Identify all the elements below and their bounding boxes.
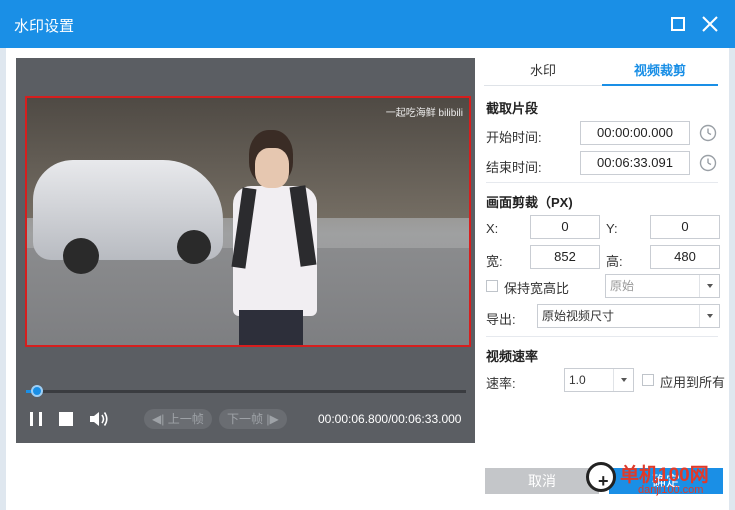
settings-panel: 水印 视频裁剪 截取片段 开始时间: 00:00:00.000 结束时间: 00… bbox=[484, 48, 726, 510]
export-select-value: 原始视频尺寸 bbox=[542, 309, 615, 323]
width-input[interactable]: 852 bbox=[530, 245, 600, 269]
rate-select-value: 1.0 bbox=[569, 373, 586, 387]
stop-icon bbox=[59, 412, 73, 426]
clip-section-title: 截取片段 bbox=[486, 101, 539, 116]
tab-video-crop[interactable]: 视频裁剪 bbox=[602, 60, 718, 86]
speed-section-title: 视频速率 bbox=[486, 349, 539, 364]
chevron-down-icon bbox=[613, 369, 633, 391]
crop-region[interactable]: 一起吃海鲜 bilibili bbox=[25, 96, 471, 347]
crop-section-title: 画面剪裁（PX) bbox=[486, 195, 573, 210]
video-watermark: 一起吃海鲜 bilibili bbox=[385, 108, 463, 119]
clock-icon[interactable] bbox=[699, 154, 717, 172]
next-frame-icon: |▶ bbox=[266, 412, 279, 426]
start-time-input[interactable]: 00:00:00.000 bbox=[580, 121, 690, 145]
progress-bar[interactable] bbox=[26, 390, 466, 393]
x-label: X: bbox=[486, 221, 499, 236]
apply-all-checkbox[interactable] bbox=[642, 374, 654, 386]
next-frame-button[interactable]: 下一帧 |▶ bbox=[219, 409, 287, 429]
volume-icon bbox=[90, 412, 108, 426]
pause-button[interactable] bbox=[27, 409, 45, 429]
apply-all-label: 应用到所有 bbox=[660, 375, 726, 390]
stop-button[interactable] bbox=[59, 409, 73, 429]
clock-icon[interactable] bbox=[699, 124, 717, 142]
height-label: 高: bbox=[606, 254, 623, 269]
maximize-button[interactable] bbox=[666, 12, 690, 36]
cancel-button[interactable]: 取消 bbox=[485, 468, 599, 494]
volume-button[interactable] bbox=[88, 409, 110, 429]
close-button[interactable] bbox=[698, 12, 722, 36]
prev-frame-label: 上一帧 bbox=[167, 412, 204, 426]
background-app-edge-right bbox=[729, 0, 735, 510]
next-frame-label: 下一帧 bbox=[227, 412, 264, 426]
width-label: 宽: bbox=[486, 254, 503, 269]
end-time-input[interactable]: 00:06:33.091 bbox=[580, 151, 690, 175]
watermark-settings-dialog: 一起吃海鲜 bilibili ◀| 上一帧 下一帧 |▶ 00:00:06.80… bbox=[6, 48, 729, 510]
ratio-select[interactable]: 原始 bbox=[605, 274, 720, 298]
keep-ratio-checkbox[interactable] bbox=[486, 280, 498, 292]
chevron-down-icon bbox=[699, 275, 719, 297]
y-label: Y: bbox=[606, 221, 618, 236]
video-player: 一起吃海鲜 bilibili ◀| 上一帧 下一帧 |▶ 00:00:06.80… bbox=[16, 58, 475, 443]
video-frame-image bbox=[27, 98, 469, 345]
tab-bar: 水印 视频裁剪 bbox=[484, 60, 718, 86]
height-input[interactable]: 480 bbox=[650, 245, 720, 269]
progress-handle[interactable] bbox=[31, 385, 43, 397]
maximize-icon bbox=[671, 17, 685, 31]
rate-label: 速率: bbox=[486, 376, 516, 391]
site-name: 单机100网 bbox=[620, 465, 709, 486]
prev-frame-icon: ◀| bbox=[152, 412, 165, 426]
divider bbox=[486, 336, 718, 337]
close-icon bbox=[702, 16, 718, 32]
end-time-label: 结束时间: bbox=[486, 160, 542, 175]
site-url: danji100.com bbox=[638, 484, 704, 496]
x-input[interactable]: 0 bbox=[530, 215, 600, 239]
tab-watermark[interactable]: 水印 bbox=[484, 60, 602, 86]
time-readout: 00:00:06.800/00:06:33.000 bbox=[318, 412, 462, 426]
keep-ratio-label: 保持宽高比 bbox=[504, 281, 570, 296]
site-watermark-logo: + 单机100网 danji100.com bbox=[586, 458, 731, 504]
export-size-select[interactable]: 原始视频尺寸 bbox=[537, 304, 720, 328]
rate-select[interactable]: 1.0 bbox=[564, 368, 634, 392]
y-input[interactable]: 0 bbox=[650, 215, 720, 239]
chevron-down-icon bbox=[699, 305, 719, 327]
prev-frame-button[interactable]: ◀| 上一帧 bbox=[144, 409, 212, 429]
divider bbox=[486, 182, 718, 183]
start-time-label: 开始时间: bbox=[486, 130, 542, 145]
ratio-select-value: 原始 bbox=[610, 279, 635, 293]
title-bar: 水印设置 bbox=[0, 0, 735, 48]
export-label: 导出: bbox=[486, 312, 516, 327]
window-title: 水印设置 bbox=[14, 18, 75, 35]
